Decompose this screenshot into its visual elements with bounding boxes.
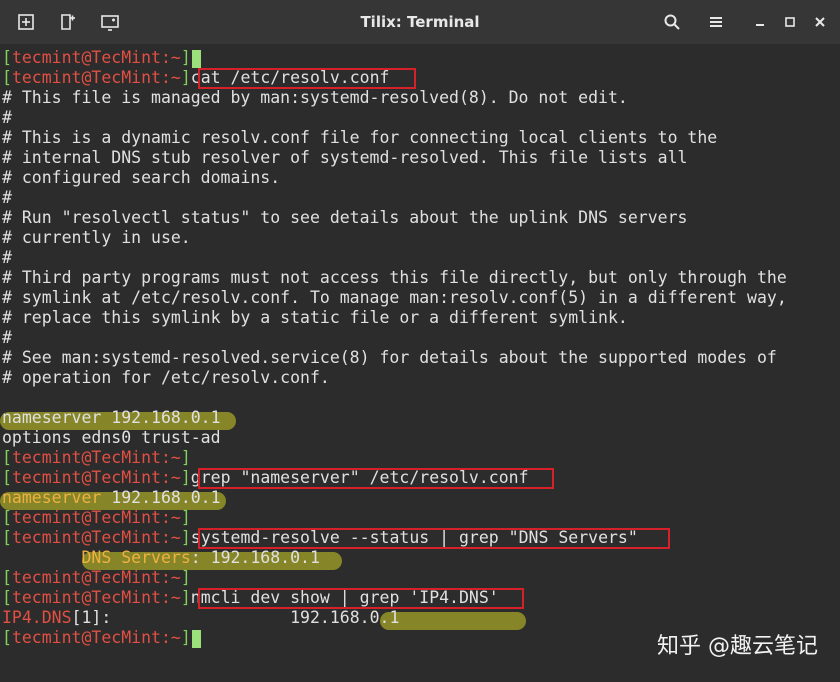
prompt-line: [tecmint@TecMint:~]: [2, 628, 201, 648]
command-highlight-box: [198, 68, 416, 89]
cursor: [191, 49, 201, 68]
command-highlight-box: [198, 468, 554, 489]
file-line: # See man:systemd-resolved.service(8) fo…: [2, 348, 777, 367]
search-icon[interactable]: [662, 12, 682, 32]
file-line: # configured search domains.: [2, 168, 281, 187]
file-line: #: [2, 328, 12, 347]
command-highlight-box: [198, 528, 670, 549]
maximize-icon[interactable]: [780, 12, 800, 32]
command-highlight-box: [198, 588, 524, 609]
ip4-dns-output: IP4.DNS[1]: 192.168.0.1: [2, 608, 400, 627]
file-line: #: [2, 188, 12, 207]
file-line: # internal DNS stub resolver of systemd-…: [2, 148, 688, 167]
minimize-icon[interactable]: [750, 12, 770, 32]
prompt-line: [tecmint@TecMint:~]: [2, 48, 201, 68]
file-line: #: [2, 108, 12, 127]
watermark: 知乎 @趣云笔记: [657, 634, 818, 659]
dns-servers-output: DNS Servers: 192.168.0.1: [81, 548, 320, 567]
terminal-area[interactable]: [tecmint@TecMint:~] [tecmint@TecMint:~]c…: [0, 44, 840, 682]
close-icon[interactable]: [810, 12, 830, 32]
file-line: # This is a dynamic resolv.conf file for…: [2, 128, 718, 147]
file-line: # replace this symlink by a static file …: [2, 308, 628, 327]
menu-icon[interactable]: [706, 12, 726, 32]
prompt-line: [tecmint@TecMint:~]: [2, 448, 191, 467]
file-line: #: [2, 248, 12, 267]
prompt-line: [tecmint@TecMint:~]: [2, 568, 191, 587]
file-line: # operation for /etc/resolv.conf.: [2, 368, 330, 387]
file-line: # currently in use.: [2, 228, 191, 247]
options-output: options edns0 trust-ad: [2, 428, 221, 447]
file-line: # Third party programs must not access t…: [2, 268, 787, 287]
cursor: [191, 629, 201, 648]
grep-output: nameserver 192.168.0.1: [2, 488, 221, 507]
nameserver-output: nameserver 192.168.0.1: [2, 408, 221, 427]
file-line: # This file is managed by man:systemd-re…: [2, 88, 628, 107]
title-bar: Tilix: Terminal: [0, 0, 840, 44]
file-line: # symlink at /etc/resolv.conf. To manage…: [2, 288, 787, 307]
prompt-line: [tecmint@TecMint:~]: [2, 508, 191, 527]
highlight-marker: [380, 612, 526, 630]
file-line: # Run "resolvectl status" to see details…: [2, 208, 688, 227]
